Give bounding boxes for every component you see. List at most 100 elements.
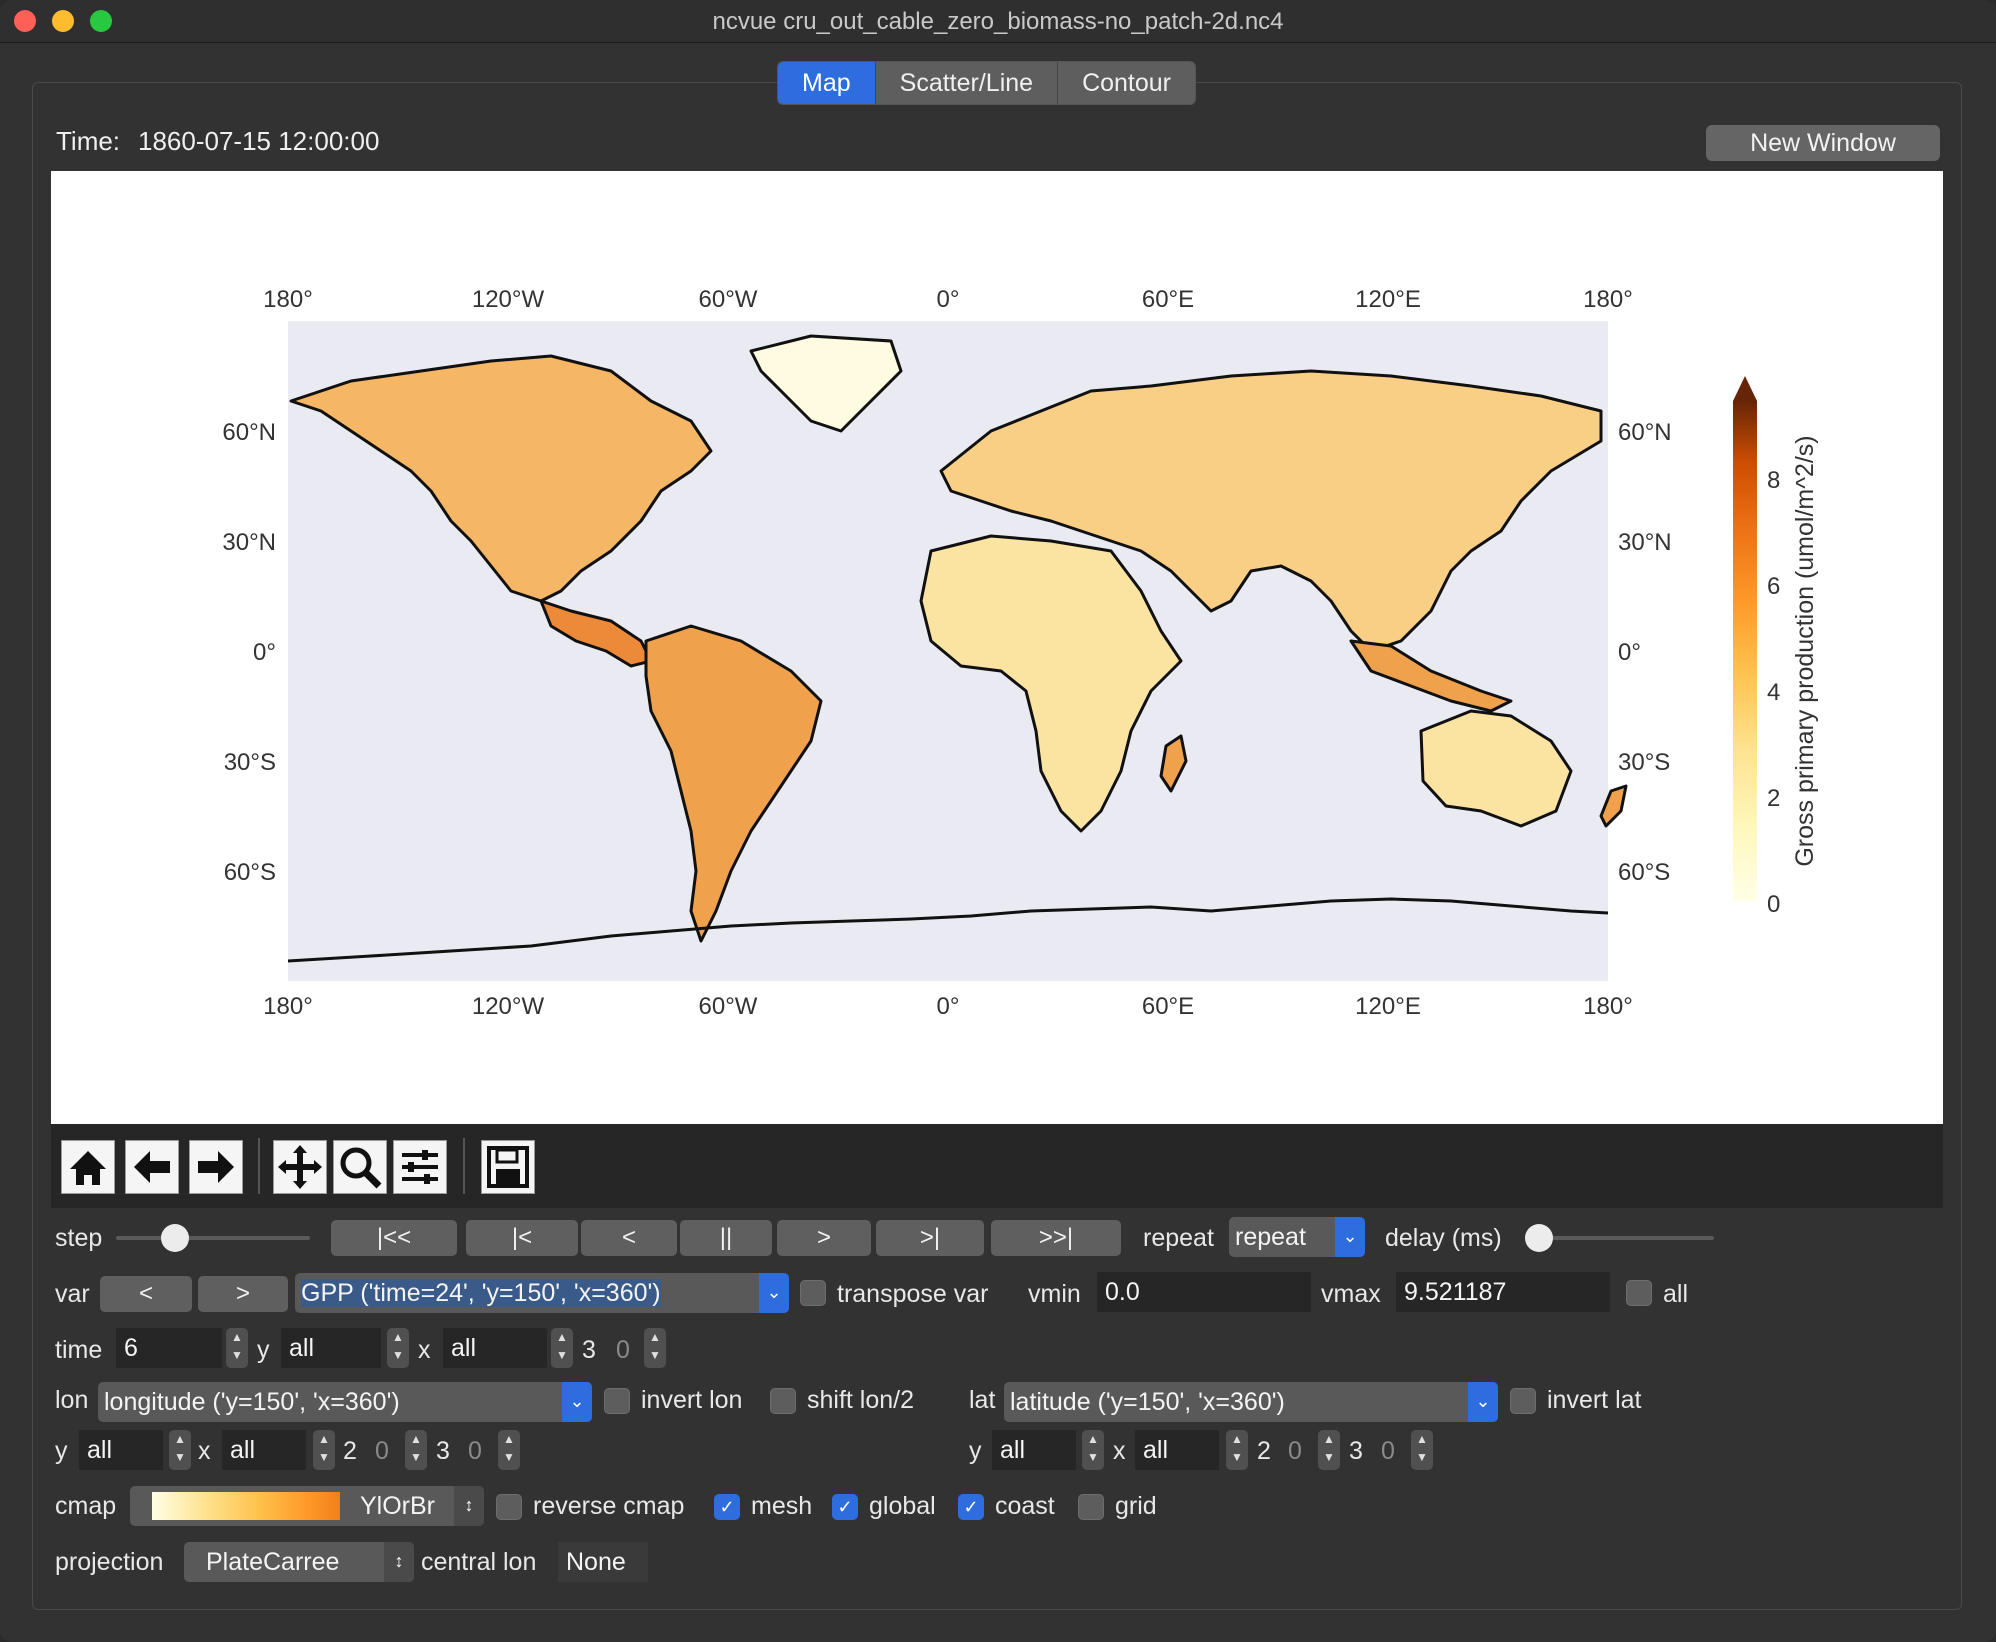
dim3-value[interactable]: 0 xyxy=(616,1336,630,1365)
vmax-input[interactable]: 9.521187 xyxy=(1396,1272,1610,1312)
all-checkbox[interactable] xyxy=(1626,1280,1652,1306)
lat-select[interactable]: latitude ('y=150', 'x=360') ⌄ xyxy=(1004,1382,1498,1422)
colorbar-extend-arrow xyxy=(1733,376,1757,401)
shift-lon-checkbox[interactable] xyxy=(770,1388,796,1414)
projection-select[interactable]: PlateCarree ↕ xyxy=(184,1542,414,1582)
reverse-cmap-label: reverse cmap xyxy=(533,1492,685,1520)
bottom-tick-5: 120°E xyxy=(1355,993,1421,1020)
reverse-cmap-checkbox[interactable] xyxy=(496,1494,522,1520)
repeat-select-value: repeat xyxy=(1235,1223,1306,1251)
grid-checkbox[interactable] xyxy=(1078,1494,1104,1520)
next-frame-button[interactable]: >| xyxy=(876,1220,984,1256)
time-dim-label: time xyxy=(55,1336,103,1364)
first-frame-button[interactable]: |<< xyxy=(331,1220,457,1256)
x-dim-stepper[interactable]: ▲ ▼ xyxy=(551,1328,573,1368)
invert-lon-checkbox[interactable] xyxy=(604,1388,630,1414)
lat-dim3-stepper[interactable]: ▲ ▼ xyxy=(1411,1430,1433,1470)
global-checkbox[interactable]: ✓ xyxy=(832,1494,858,1520)
time-dim-stepper[interactable]: ▲ ▼ xyxy=(226,1328,248,1368)
lon-dim2-stepper[interactable]: ▲ ▼ xyxy=(405,1430,427,1470)
delay-label: delay (ms) xyxy=(1385,1224,1502,1252)
lon-select-value: longitude ('y=150', 'x=360') xyxy=(104,1388,400,1416)
projection-label: projection xyxy=(55,1548,164,1576)
var-next-button[interactable]: > xyxy=(198,1276,288,1312)
last-frame-button[interactable]: >>| xyxy=(991,1220,1121,1256)
vmin-input[interactable]: 0.0 xyxy=(1097,1272,1311,1312)
bottom-tick-0: 180° xyxy=(263,993,313,1020)
pause-button[interactable]: || xyxy=(680,1220,772,1256)
coast-checkbox[interactable]: ✓ xyxy=(958,1494,984,1520)
configure-icon[interactable] xyxy=(393,1140,447,1194)
back-arrow-icon[interactable] xyxy=(125,1140,179,1194)
chevron-down-icon: ⌄ xyxy=(562,1382,592,1422)
bottom-tick-3: 0° xyxy=(937,993,960,1020)
pan-icon[interactable] xyxy=(273,1140,327,1194)
invert-lat-checkbox[interactable] xyxy=(1510,1388,1536,1414)
var-label: var xyxy=(55,1280,90,1308)
lon-select[interactable]: longitude ('y=150', 'x=360') ⌄ xyxy=(98,1382,592,1422)
step-back-button[interactable]: < xyxy=(581,1220,677,1256)
lat-x-stepper[interactable]: ▲ ▼ xyxy=(1226,1430,1248,1470)
lat-y-stepper[interactable]: ▲ ▼ xyxy=(1082,1430,1104,1470)
lon-x-input[interactable]: all xyxy=(222,1430,306,1470)
var-previous-button[interactable]: < xyxy=(100,1276,192,1312)
repeat-select[interactable]: repeat ⌄ xyxy=(1229,1217,1365,1257)
cmap-select[interactable]: YlOrBr ↕ xyxy=(130,1486,484,1526)
lat-y-input[interactable]: all xyxy=(992,1430,1076,1470)
step-slider-track[interactable] xyxy=(116,1236,310,1240)
vmax-label: vmax xyxy=(1321,1280,1381,1308)
chevron-down-icon: ⌄ xyxy=(1335,1217,1365,1257)
lon-y-stepper[interactable]: ▲ ▼ xyxy=(169,1430,191,1470)
step-forward-button[interactable]: > xyxy=(777,1220,871,1256)
top-tick-6: 180° xyxy=(1583,286,1633,313)
lat-dim2-value[interactable]: 0 xyxy=(1288,1437,1302,1466)
y-dim-label: y xyxy=(257,1336,270,1364)
left-tick-2: 0° xyxy=(253,639,276,666)
lat-dim3-value[interactable]: 0 xyxy=(1381,1437,1395,1466)
tab-scatter-line[interactable]: Scatter/Line xyxy=(875,62,1059,104)
lon-y-input[interactable]: all xyxy=(79,1430,163,1470)
left-tick-3: 30°S xyxy=(224,749,276,776)
top-tick-4: 60°E xyxy=(1142,286,1194,313)
projection-select-value: PlateCarree xyxy=(206,1548,340,1576)
step-slider-knob[interactable] xyxy=(161,1224,189,1252)
time-dim-input[interactable]: 6 xyxy=(116,1328,222,1368)
previous-frame-button[interactable]: |< xyxy=(466,1220,578,1256)
central-lon-input[interactable]: None xyxy=(558,1542,648,1582)
save-icon[interactable] xyxy=(481,1140,535,1194)
all-label: all xyxy=(1663,1280,1689,1308)
dim3-stepper[interactable]: ▲ ▼ xyxy=(644,1328,666,1368)
colorbar-tick-4: 8 xyxy=(1767,467,1780,494)
tab-map[interactable]: Map xyxy=(778,62,876,104)
y-dim-stepper[interactable]: ▲ ▼ xyxy=(387,1328,409,1368)
x-dim-input[interactable]: all xyxy=(443,1328,547,1368)
lat-x-label: x xyxy=(1113,1437,1126,1465)
home-icon[interactable] xyxy=(61,1140,115,1194)
tab-contour[interactable]: Contour xyxy=(1058,62,1196,104)
lat-x-input[interactable]: all xyxy=(1135,1430,1219,1470)
lon-x-stepper[interactable]: ▲ ▼ xyxy=(313,1430,335,1470)
chevron-down-icon: ⌄ xyxy=(1468,1382,1498,1422)
lon-dim3-value[interactable]: 0 xyxy=(468,1437,482,1466)
transpose-var-checkbox[interactable] xyxy=(800,1280,826,1306)
map-figure[interactable]: 180° 120°W 60°W 0° 60°E 120°E 180° 180° … xyxy=(51,171,1943,1124)
var-select[interactable]: GPP ('time=24', 'y=150', 'x=360') ⌄ xyxy=(295,1273,789,1313)
lon-dim3-stepper[interactable]: ▲ ▼ xyxy=(498,1430,520,1470)
delay-slider-knob[interactable] xyxy=(1525,1224,1553,1252)
zoom-icon[interactable] xyxy=(333,1140,387,1194)
new-window-button[interactable]: New Window xyxy=(1706,125,1940,161)
y-dim-input[interactable]: all xyxy=(281,1328,381,1368)
mesh-checkbox[interactable]: ✓ xyxy=(714,1494,740,1520)
chevron-updown-icon: ↕ xyxy=(454,1486,484,1526)
lon-dim2-value[interactable]: 0 xyxy=(375,1437,389,1466)
delay-slider-track[interactable] xyxy=(1530,1236,1714,1240)
toolbar-separator xyxy=(258,1138,260,1194)
title-bar[interactable]: ncvue cru_out_cable_zero_biomass-no_patc… xyxy=(0,0,1996,43)
forward-arrow-icon[interactable] xyxy=(189,1140,243,1194)
transpose-var-label: transpose var xyxy=(837,1280,989,1308)
lat-dim2-stepper[interactable]: ▲ ▼ xyxy=(1318,1430,1340,1470)
lat-y-label: y xyxy=(969,1437,982,1465)
repeat-label: repeat xyxy=(1143,1224,1214,1252)
bottom-tick-4: 60°E xyxy=(1142,993,1194,1020)
bottom-tick-2: 60°W xyxy=(699,993,758,1020)
